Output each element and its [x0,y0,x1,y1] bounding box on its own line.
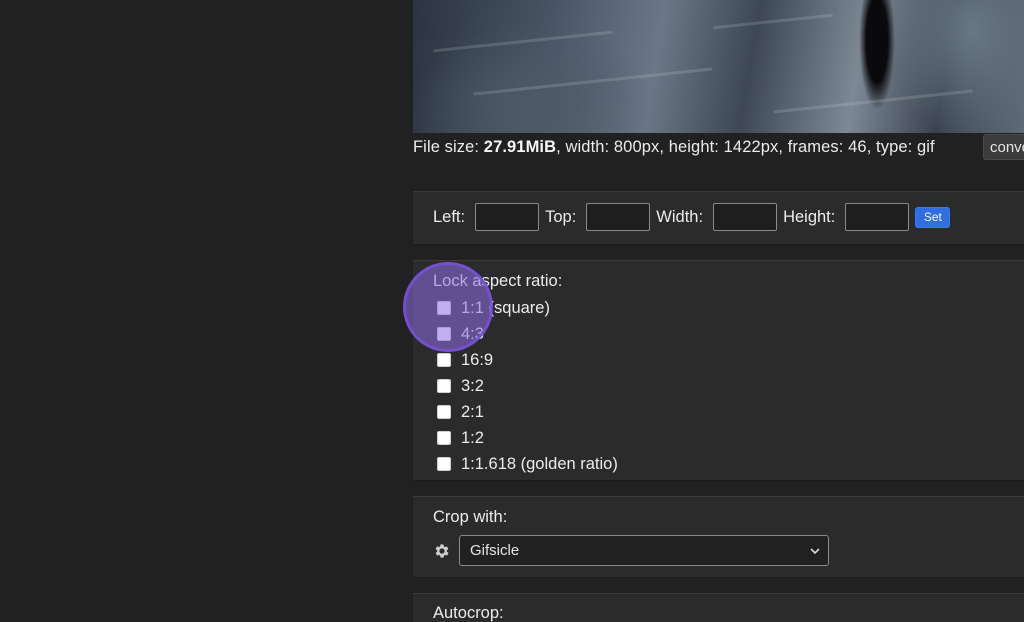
aspect-option-1-2[interactable]: 1:2 [437,425,618,451]
crop-method-title: Crop with: [433,508,508,526]
left-label: Left: [433,207,466,226]
height-label: Height: [783,207,836,226]
aspect-option-label: 3:2 [461,376,484,395]
file-info-prefix: File size: [413,138,484,156]
aspect-option-label: 16:9 [461,350,494,369]
file-info: File size: 27.91MiB, width: 800px, heigh… [413,138,935,157]
convert-button[interactable]: convert [983,134,1024,160]
aspect-option-label: 2:1 [461,402,484,421]
aspect-ratio-panel: Lock aspect ratio: 1:1 (square) 4:3 16:9… [413,260,1024,481]
aspect-option-golden[interactable]: 1:1.618 (golden ratio) [437,451,618,477]
left-input[interactable] [475,203,540,231]
checkbox[interactable] [437,379,451,393]
crop-dimensions-row: Left: Top: Width: Height: Set [433,203,951,231]
page: File size: 27.91MiB, width: 800px, heigh… [0,0,1024,622]
aspect-option-label: 4:3 [461,324,484,343]
top-input[interactable] [586,203,651,231]
checkbox[interactable] [437,327,451,341]
crop-tool-selected: Gifsicle [470,542,520,559]
aspect-option-label: 1:2 [461,428,484,447]
checkbox[interactable] [437,457,451,471]
checkbox[interactable] [437,353,451,367]
crop-tool-select[interactable]: Gifsicle [459,535,829,566]
top-label: Top: [545,207,577,226]
aspect-option-4-3[interactable]: 4:3 [437,321,618,347]
gif-preview-image [413,0,1024,133]
aspect-option-label: 1:1.618 (golden ratio) [461,454,618,473]
aspect-ratio-list: 1:1 (square) 4:3 16:9 3:2 2:1 1:2 1:1.61… [437,295,618,477]
aspect-option-2-1[interactable]: 2:1 [437,399,618,425]
width-input[interactable] [713,203,778,231]
crop-method-panel: Crop with: Gifsicle [413,496,1024,578]
aspect-option-1-1[interactable]: 1:1 (square) [437,295,618,321]
height-input[interactable] [845,203,910,231]
crop-dimensions-panel: Left: Top: Width: Height: Set [413,191,1024,245]
file-size: 27.91MiB [483,138,557,156]
aspect-ratio-title: Lock aspect ratio: [433,272,563,290]
file-info-details: , width: 800px, height: 1422px, frames: … [556,138,935,156]
gear-icon [433,542,451,560]
set-button[interactable]: Set [915,206,951,228]
checkbox[interactable] [437,431,451,445]
width-label: Width: [656,207,704,226]
aspect-option-16-9[interactable]: 16:9 [437,347,618,373]
autocrop-panel: Autocrop: [413,593,1024,622]
autocrop-title: Autocrop: [433,604,504,622]
checkbox[interactable] [437,301,451,315]
crop-method-row: Gifsicle [433,535,829,566]
chevron-down-icon [810,548,820,555]
checkbox[interactable] [437,405,451,419]
aspect-option-3-2[interactable]: 3:2 [437,373,618,399]
aspect-option-label: 1:1 (square) [461,298,550,317]
